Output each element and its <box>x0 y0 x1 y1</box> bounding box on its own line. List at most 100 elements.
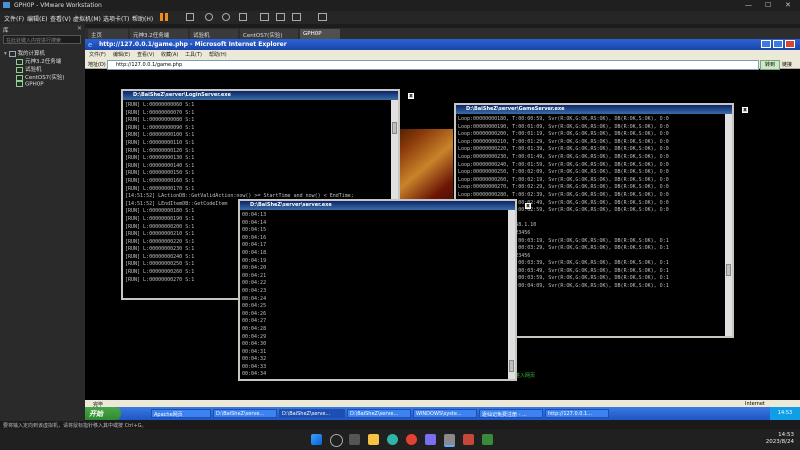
windows-start-icon[interactable] <box>311 434 322 445</box>
scrollbar-thumb[interactable] <box>509 360 514 372</box>
snapshot-icon[interactable] <box>205 13 213 21</box>
links-label[interactable]: 链接 <box>782 61 792 68</box>
host-taskbar: 14:53 2023/8/24 <box>0 429 800 450</box>
console-output: 00:04:13 00:04:14 00:04:15 00:04:16 00:04:17… <box>242 212 507 377</box>
close-icon[interactable]: ✕ <box>785 1 791 9</box>
close-icon[interactable]: x <box>408 93 414 99</box>
ie-menu-tools[interactable]: 工具(T) <box>185 51 202 58</box>
maximize-icon[interactable]: ☐ <box>765 1 771 9</box>
game-enter-text[interactable]: 进入网页 <box>515 372 535 379</box>
edge-icon[interactable] <box>387 434 398 445</box>
close-icon[interactable] <box>785 40 795 48</box>
taskbar-task-active[interactable]: D:\BaiSheZ\serve... <box>279 409 345 418</box>
minimize-icon[interactable] <box>761 40 771 48</box>
menu-tabs[interactable]: 选项卡(T) <box>103 14 129 23</box>
go-button[interactable]: 转到 <box>760 60 780 70</box>
host-clock[interactable]: 14:53 2023/8/24 <box>766 432 794 446</box>
close-icon[interactable]: x <box>742 107 748 113</box>
taskbar-task[interactable]: Apache网页 <box>151 409 211 418</box>
xp-system-tray[interactable]: 14:53 <box>770 407 800 420</box>
menu-help[interactable]: 帮助(H) <box>132 14 153 23</box>
scrollbar-thumb[interactable] <box>392 122 397 134</box>
app-icon[interactable] <box>482 434 493 445</box>
task-label: D:\BaiSheZ\serve... <box>282 411 331 417</box>
taskbar-task[interactable]: D:\BaiSheZ\serve... <box>213 409 277 418</box>
app-icon[interactable] <box>463 434 474 445</box>
send-ctrl-alt-del-icon[interactable] <box>186 13 194 21</box>
ie-menu-file[interactable]: 文件(F) <box>89 51 106 58</box>
task-label: 逐仙记免费注册 - ... <box>482 412 527 418</box>
tab-vm[interactable]: CentOS7(实验) <box>240 29 298 39</box>
tab-vm[interactable]: 试验机 <box>190 29 238 39</box>
view-console-icon[interactable] <box>260 13 269 21</box>
taskbar-task[interactable]: WINDOWS\syste... <box>413 409 477 418</box>
library-search-input[interactable]: 在此处键入内容进行搜索 <box>3 35 81 44</box>
close-icon[interactable]: x <box>525 203 531 209</box>
maximize-icon[interactable] <box>773 40 783 48</box>
manage-snapshots-icon[interactable] <box>239 13 247 21</box>
tab-vm-active[interactable]: GPH0P <box>300 29 340 39</box>
console-line: 00:04:21 <box>242 272 267 279</box>
menu-file[interactable]: 文件(F) <box>4 14 24 23</box>
tab-home[interactable]: 主页 <box>88 29 128 39</box>
ie-menu-view[interactable]: 查看(V) <box>137 51 154 58</box>
menu-view[interactable]: 查看(V) <box>50 14 71 23</box>
start-button[interactable]: 开始 <box>85 407 121 420</box>
task-view-icon[interactable] <box>349 434 360 445</box>
app-icon[interactable] <box>425 434 436 445</box>
scrollbar[interactable] <box>725 114 732 336</box>
console-line: 00:04:30 <box>242 341 267 348</box>
console-line: 00:04:22 <box>242 280 267 287</box>
library-vm-item[interactable]: GPH0P <box>16 81 44 88</box>
task-label: WINDOWS\syste... <box>416 411 462 417</box>
tab-label: GPH0P <box>303 31 322 37</box>
stretch-icon[interactable] <box>318 13 327 21</box>
library-vm-item[interactable]: 试验机 <box>16 65 42 73</box>
menu-edit[interactable]: 编辑(E) <box>27 14 47 23</box>
console-line: 00:04:23 <box>242 287 267 294</box>
vmware-titlebar: GPH0P - VMware Workstation — ☐ ✕ <box>0 0 800 11</box>
console-line: Loop:00000000260, T:00:02:19, Svr(R:OK,G… <box>458 176 669 183</box>
scrollbar[interactable] <box>508 210 515 379</box>
console-line: Loop:00000000200, T:00:01:19, Svr(R:OK,G… <box>458 131 669 138</box>
minimize-icon[interactable]: — <box>745 1 752 9</box>
revert-snapshot-icon[interactable] <box>222 13 230 21</box>
vm-icon <box>16 58 23 65</box>
vmware-taskbar-icon[interactable] <box>444 434 455 447</box>
vm-icon <box>16 81 23 87</box>
library-root-my-computer[interactable]: ▾ 我的计算机 <box>4 49 45 57</box>
console-line: 00:04:28 <box>242 325 267 332</box>
library-vm-item[interactable]: 元神3.2任务端 <box>16 57 61 65</box>
status-hint: 要将输入定向到该虚拟机，请将鼠标指针移入其中或按 Ctrl+G。 <box>3 423 147 429</box>
vmware-menubar: 文件(F) 编辑(E) 查看(V) 虚拟机(M) 选项卡(T) 帮助(H) <box>0 11 800 24</box>
library-close-icon[interactable]: ✕ <box>77 25 82 32</box>
library-vm-label: GPH0P <box>25 81 44 88</box>
console-line: 00:04:32 <box>242 356 267 363</box>
guest-screen[interactable]: e http://127.0.0.1/game.php - Microsoft … <box>85 39 800 420</box>
console-line: 00:04:18 <box>242 249 267 256</box>
menu-vm[interactable]: 虚拟机(M) <box>73 14 101 23</box>
unity-icon[interactable] <box>292 13 301 21</box>
ie-menu-edit[interactable]: 编辑(E) <box>113 51 130 58</box>
console-line: Loop:00000000250, T:00:02:09, Svr(R:OK,G… <box>458 169 669 176</box>
taskbar-task[interactable]: D:\BaiSheZ\serve... <box>347 409 411 418</box>
console-window-server[interactable]: D:\BaiSheZ\server\server.exe _□x 00:04:1… <box>238 199 531 381</box>
console-titlebar: D:\BaiSheZ\server\server.exe _□x <box>240 201 531 210</box>
pause-icon[interactable] <box>160 13 163 21</box>
scrollbar-thumb[interactable] <box>726 264 731 276</box>
chrome-icon[interactable] <box>406 434 417 445</box>
ie-menu-favorites[interactable]: 收藏(A) <box>161 51 178 58</box>
address-input[interactable]: http://127.0.0.1/game.php <box>107 60 759 70</box>
taskbar-task[interactable]: http://127.0.0.1... <box>545 409 609 418</box>
library-search-placeholder: 在此处键入内容进行搜索 <box>6 38 62 44</box>
tab-vm[interactable]: 元神3.2任务端 <box>130 29 188 39</box>
file-explorer-icon[interactable] <box>368 434 379 445</box>
xp-taskbar: 开始 Apache网页 D:\BaiSheZ\serve... D:\BaiSh… <box>85 407 800 420</box>
library-header: 库 <box>3 28 9 34</box>
ie-menu-help[interactable]: 帮助(H) <box>209 51 227 58</box>
console-line: Loop:00000000230, T:00:01:49, Svr(R:OK,G… <box>458 153 669 160</box>
taskbar-task[interactable]: 逐仙记免费注册 - ... <box>479 409 543 418</box>
library-vm-item[interactable]: CentOS7(实验) <box>16 73 64 81</box>
full-screen-icon[interactable] <box>276 13 285 21</box>
search-icon[interactable] <box>330 434 343 447</box>
